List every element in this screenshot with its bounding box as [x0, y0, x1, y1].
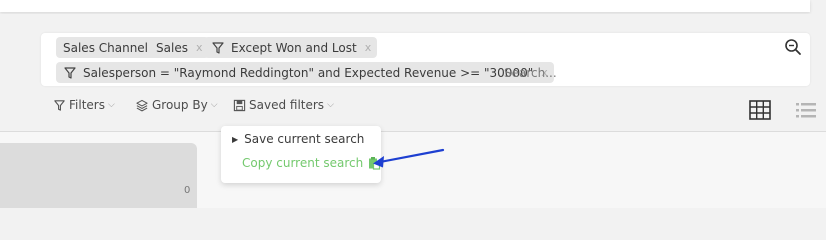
save-current-search-item[interactable]: ▶ Save current search — [232, 132, 364, 146]
list-view-icon[interactable] — [795, 100, 817, 120]
filters-button[interactable]: Filters ⌵ — [53, 97, 115, 113]
facet-salesperson-revenue: Salesperson = "Raymond Reddington" and E… — [56, 62, 554, 83]
search-input[interactable] — [504, 64, 704, 82]
search-minus-icon[interactable] — [784, 38, 802, 56]
top-bar — [0, 0, 810, 12]
filter-icon — [54, 99, 65, 111]
caret-right-icon: ▶ — [232, 134, 239, 144]
annotation-arrow-icon — [373, 148, 445, 168]
chevron-down-icon: ⌵ — [327, 100, 334, 110]
filters-label: Filters — [69, 98, 105, 112]
facet-title: Sales Channel — [63, 40, 149, 55]
facet-sales-channel: Sales Channel Sales x — [56, 37, 209, 58]
saved-filters-label: Saved filters — [249, 98, 325, 112]
saved-filters-button[interactable]: Saved filters ⌵ — [233, 97, 334, 113]
filter-icon — [211, 41, 225, 55]
group-by-button[interactable]: Group By ⌵ — [135, 97, 218, 113]
kanban-column — [0, 143, 197, 208]
facet-remove-icon[interactable]: x — [365, 41, 372, 54]
facet-except-won-lost: Except Won and Lost x — [204, 37, 378, 58]
facet-value: Except Won and Lost — [231, 40, 357, 55]
group-by-label: Group By — [152, 98, 208, 112]
copy-current-search-item[interactable]: Copy current search — [242, 156, 381, 170]
facet-value: Salesperson = "Raymond Reddington" and E… — [83, 65, 534, 80]
chevron-down-icon: ⌵ — [107, 100, 115, 110]
save-current-search-label: Save current search — [244, 132, 365, 146]
layers-icon — [136, 99, 148, 111]
kanban-column-count: 0 — [184, 185, 191, 196]
filter-icon — [63, 66, 77, 80]
facet-value: Sales — [156, 40, 188, 55]
floppy-icon — [233, 99, 246, 111]
chevron-down-icon: ⌵ — [210, 100, 218, 110]
copy-current-search-label: Copy current search — [242, 156, 364, 170]
facet-remove-icon[interactable]: x — [196, 41, 203, 54]
kanban-view-icon[interactable] — [749, 100, 771, 120]
